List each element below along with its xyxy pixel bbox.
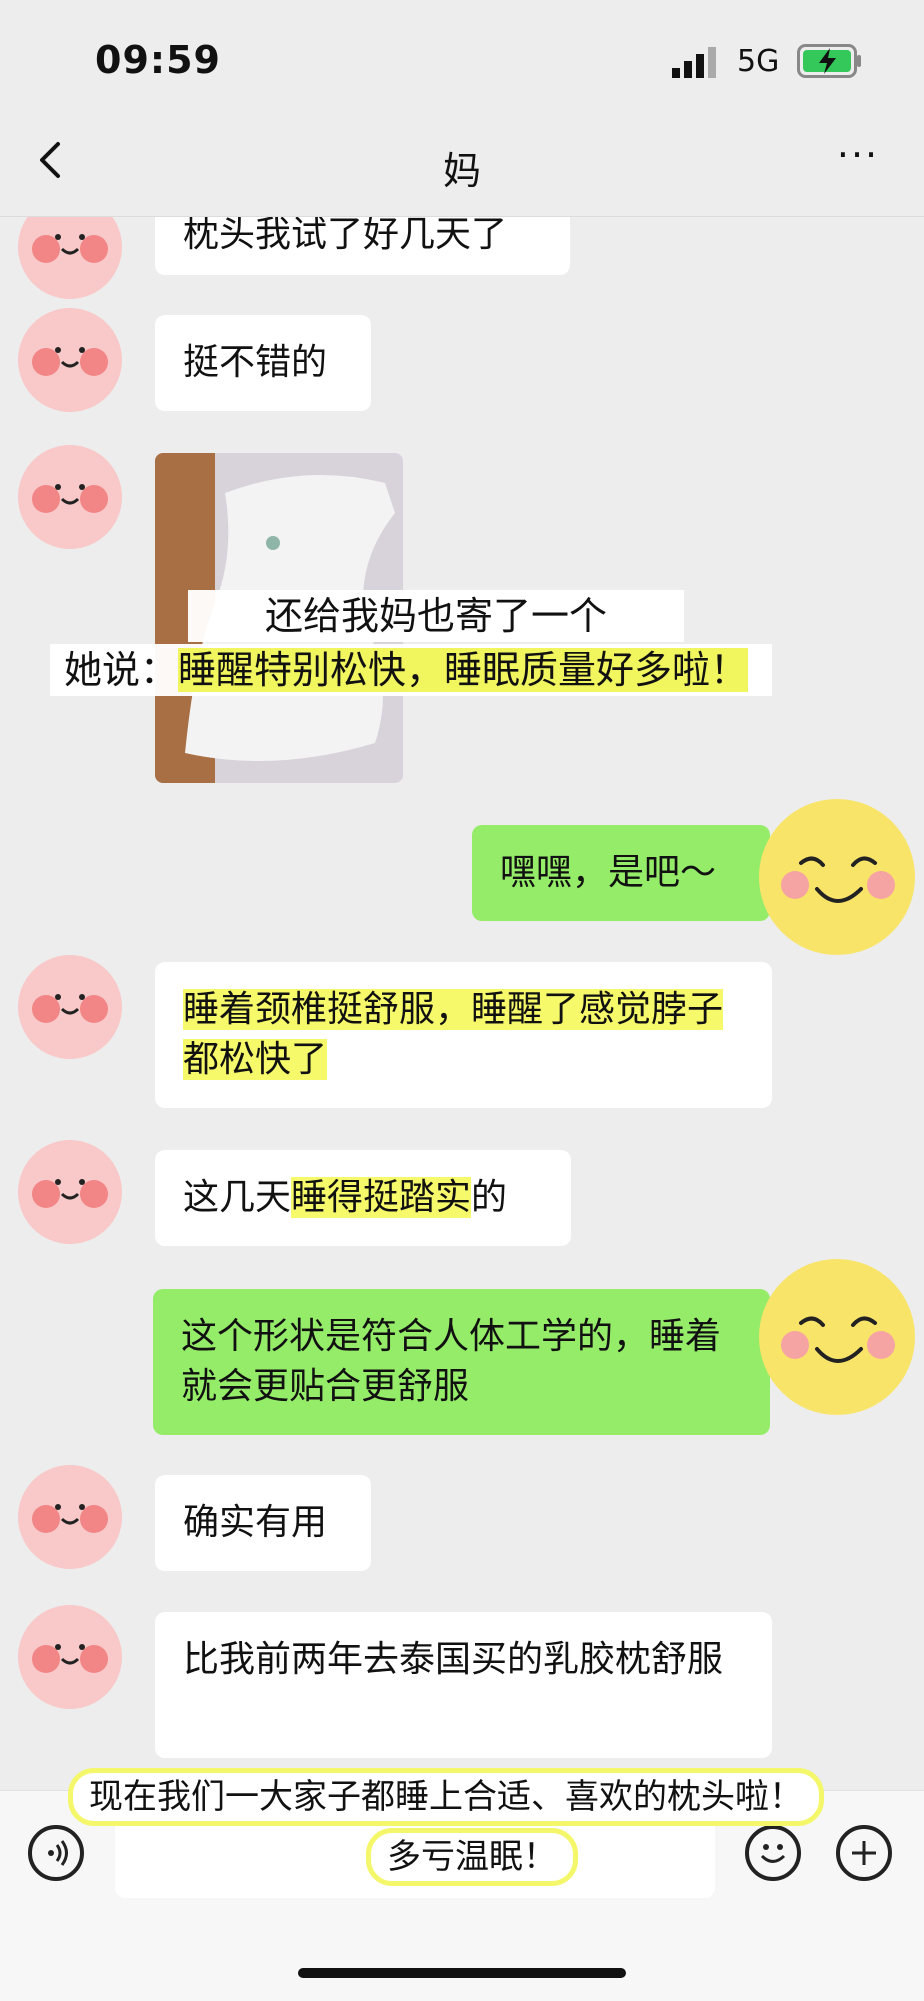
network-label: 5G xyxy=(737,44,780,79)
overlay-prefix: 她说： xyxy=(64,648,179,692)
message-text-highlighted: 睡得挺踏实 xyxy=(291,1177,472,1218)
message-text: 的 xyxy=(471,1177,508,1218)
contact-avatar[interactable] xyxy=(10,1457,130,1577)
plus-icon xyxy=(852,1841,876,1865)
message-text-highlighted: 睡着颈椎挺舒服，睡醒了感觉脖子都松快了 xyxy=(183,989,724,1080)
bottom-caption-line2: 多亏温眠！ xyxy=(366,1828,578,1886)
voice-input-button[interactable] xyxy=(28,1825,84,1881)
message-text: 比我前两年去泰国买的乳胶枕舒服 xyxy=(183,1639,724,1680)
more-options-button[interactable]: ··· xyxy=(830,136,886,184)
smiley-icon xyxy=(760,1844,786,1863)
message-list[interactable]: 枕头我试了好几天了 挺不错的 嘿嘿，是吧～ 睡着颈椎挺舒服，睡醒了感觉脖子都松快… xyxy=(0,217,924,1789)
emoji-button[interactable] xyxy=(745,1825,801,1881)
own-message-bubble[interactable]: 这个形状是符合人体工学的，睡着就会更贴合更舒服 xyxy=(153,1289,770,1435)
message-text: 这几天 xyxy=(183,1177,292,1218)
home-indicator xyxy=(298,1968,626,1978)
overlay-caption-line2: 她说：睡醒特别松快，睡眠质量好多啦！ xyxy=(50,644,773,696)
message-text: 枕头我试了好几天了 xyxy=(183,217,508,255)
own-avatar[interactable] xyxy=(757,797,917,957)
more-functions-button[interactable] xyxy=(836,1825,892,1881)
message-bubble[interactable]: 枕头我试了好几天了 xyxy=(155,217,570,275)
chat-title: 妈 xyxy=(442,149,481,193)
contact-avatar[interactable] xyxy=(10,1597,130,1717)
bottom-caption-line1: 现在我们一大家子都睡上合适、喜欢的枕头啦！ xyxy=(68,1768,824,1826)
voice-icon xyxy=(48,1840,68,1866)
contact-avatar[interactable] xyxy=(10,300,130,420)
message-text: 嘿嘿，是吧～ xyxy=(500,852,717,893)
overlay-caption-line1: 还给我妈也寄了一个 xyxy=(188,590,685,642)
own-message-bubble[interactable]: 嘿嘿，是吧～ xyxy=(472,825,770,921)
message-bubble[interactable]: 睡着颈椎挺舒服，睡醒了感觉脖子都松快了 xyxy=(155,962,772,1108)
contact-avatar[interactable] xyxy=(10,217,130,307)
message-bubble[interactable]: 这几天睡得挺踏实的 xyxy=(155,1150,571,1246)
battery-charging-icon xyxy=(797,44,861,78)
signal-icon xyxy=(672,47,716,78)
overlay-highlight: 睡醒特别松快，睡眠质量好多啦！ xyxy=(178,648,749,692)
status-time: 09:59 xyxy=(95,38,221,82)
message-bubble[interactable]: 挺不错的 xyxy=(155,315,371,411)
message-bubble[interactable]: 比我前两年去泰国买的乳胶枕舒服 xyxy=(155,1612,772,1758)
message-text: 挺不错的 xyxy=(183,342,328,383)
contact-avatar[interactable] xyxy=(10,437,130,557)
message-text: 确实有用 xyxy=(183,1502,328,1543)
message-text: 这个形状是符合人体工学的，睡着就会更贴合更舒服 xyxy=(181,1316,722,1407)
own-avatar[interactable] xyxy=(757,1257,917,1417)
contact-avatar[interactable] xyxy=(10,947,130,1067)
contact-avatar[interactable] xyxy=(10,1132,130,1252)
message-bubble[interactable]: 确实有用 xyxy=(155,1475,371,1571)
